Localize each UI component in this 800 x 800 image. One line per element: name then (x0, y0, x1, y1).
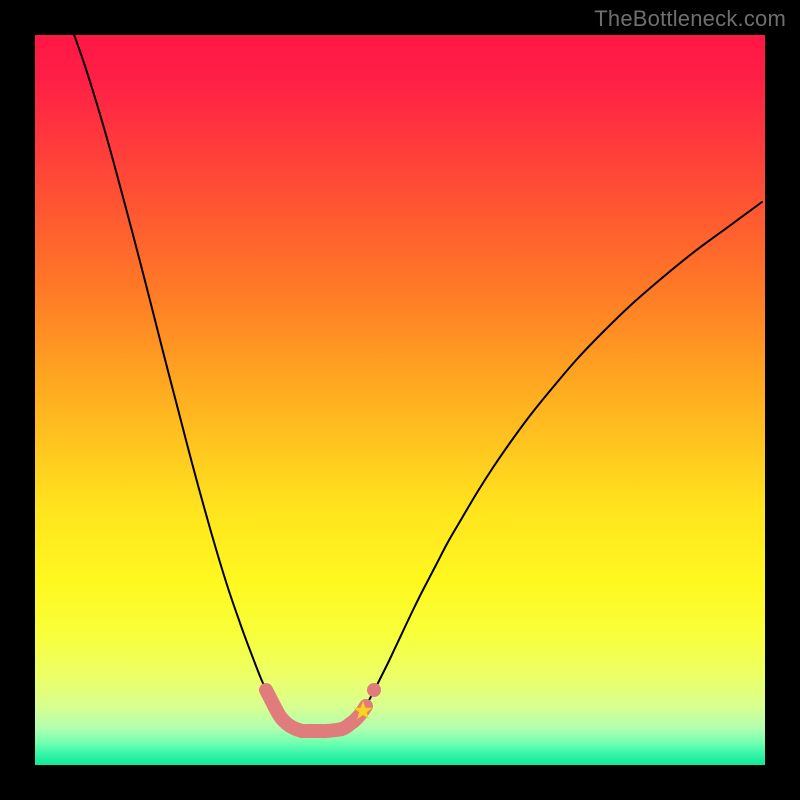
bottleneck-chart (0, 0, 800, 800)
plot-background (35, 35, 765, 765)
chart-frame: TheBottleneck.com (0, 0, 800, 800)
watermark-text: TheBottleneck.com (594, 6, 786, 32)
marker-dot-0 (367, 683, 381, 697)
